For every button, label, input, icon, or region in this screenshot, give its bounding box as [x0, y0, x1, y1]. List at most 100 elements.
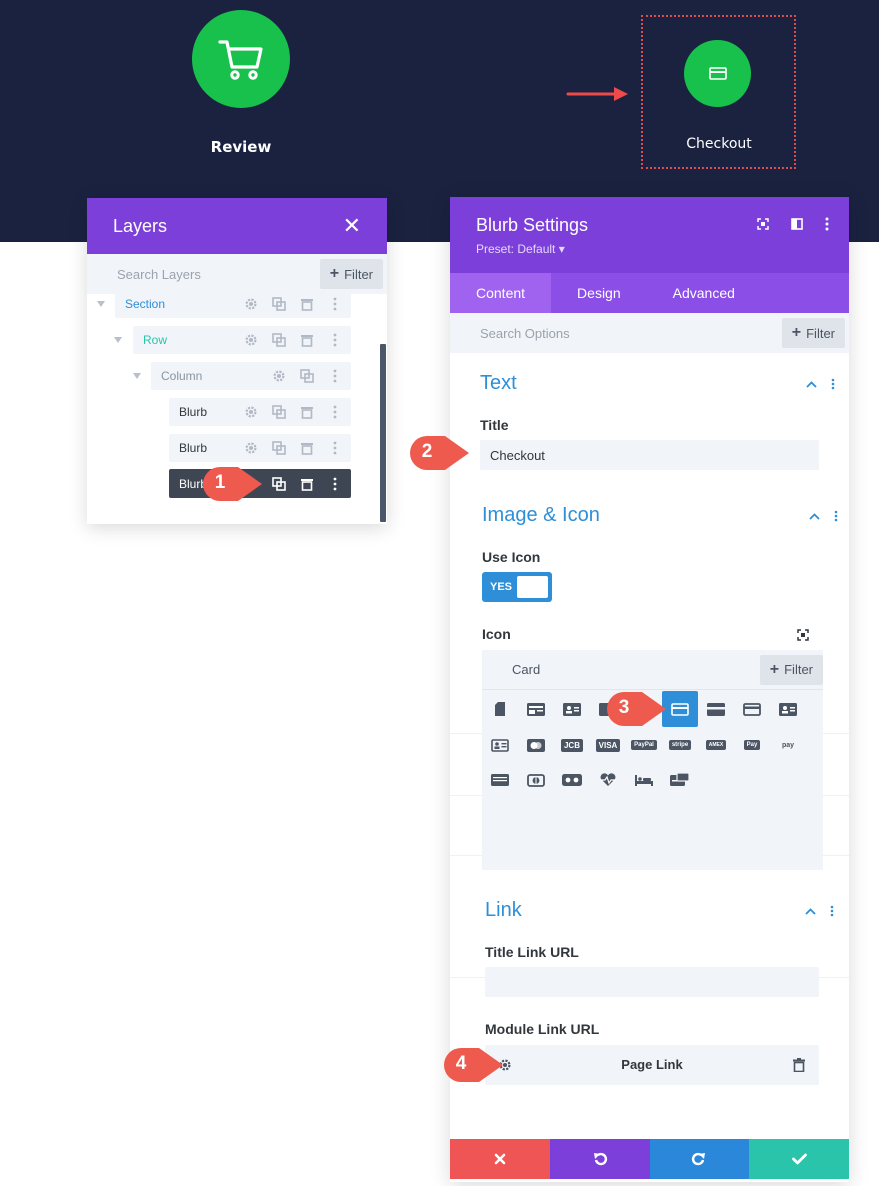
mastercard-icon[interactable] [518, 727, 554, 763]
trash-icon[interactable] [299, 440, 315, 456]
more-vertical-icon[interactable] [830, 905, 834, 917]
layer-row-column[interactable]: Column [151, 362, 351, 390]
options-filter-button[interactable]: + Filter [781, 318, 845, 348]
collapse-icon[interactable] [133, 373, 141, 379]
section-title-text[interactable]: Text [480, 372, 517, 395]
gear-icon[interactable] [243, 296, 259, 312]
chevron-up-icon[interactable] [809, 512, 820, 520]
save-button[interactable] [749, 1139, 849, 1179]
tab-content[interactable]: Content [450, 273, 552, 313]
duplicate-icon[interactable] [271, 332, 287, 348]
title-link-url-input[interactable] [485, 967, 819, 997]
layers-search-input[interactable]: Search Layers [117, 267, 201, 282]
layer-row-section[interactable]: Section [115, 290, 351, 318]
title-input[interactable]: Checkout [480, 440, 819, 470]
settings-footer [450, 1139, 849, 1179]
id-card-icon[interactable] [518, 691, 554, 727]
more-vertical-icon[interactable] [834, 510, 838, 522]
heartbeat-icon[interactable] [590, 762, 626, 798]
section-controls [805, 905, 834, 917]
duplicate-icon[interactable] [271, 476, 287, 492]
paypal-text: PayPal [631, 740, 657, 750]
cancel-button[interactable] [450, 1139, 550, 1179]
vr-card-icon[interactable] [554, 762, 590, 798]
address-card-icon[interactable] [770, 691, 806, 727]
settings-tabs: Content Design Advanced [450, 273, 849, 313]
more-vertical-icon[interactable] [327, 476, 343, 492]
icon-search-input[interactable]: Card [512, 662, 540, 677]
more-vertical-icon[interactable] [831, 378, 835, 390]
trash-icon[interactable] [299, 476, 315, 492]
tab-advanced[interactable]: Advanced [647, 273, 761, 313]
wallet-card-icon[interactable] [662, 762, 698, 798]
more-vertical-icon[interactable] [327, 296, 343, 312]
amazon-pay-icon[interactable]: pay [770, 727, 806, 763]
trash-icon[interactable] [793, 1058, 805, 1072]
callout-number: 3 [618, 697, 630, 718]
layer-tools [243, 404, 343, 420]
redo-button[interactable] [649, 1139, 750, 1179]
amex-icon[interactable]: AMEX [698, 727, 734, 763]
trash-icon[interactable] [299, 404, 315, 420]
chevron-up-icon[interactable] [806, 380, 817, 388]
card-stripe-icon[interactable] [698, 691, 734, 727]
keyboard-icon[interactable] [482, 762, 518, 798]
vcard-icon[interactable] [482, 727, 518, 763]
visa-text: VISA [595, 738, 621, 752]
duplicate-icon[interactable] [271, 296, 287, 312]
use-icon-toggle[interactable]: YES [482, 572, 552, 602]
collapse-icon[interactable] [97, 301, 105, 307]
layer-tools [243, 296, 343, 312]
more-vertical-icon[interactable] [327, 440, 343, 456]
amex-text: AMEX [705, 740, 727, 750]
more-vertical-icon[interactable] [327, 368, 343, 384]
chevron-up-icon[interactable] [805, 907, 816, 915]
more-vertical-icon[interactable] [327, 404, 343, 420]
apple-pay-icon[interactable]: Pay [734, 727, 770, 763]
layer-row-blurb[interactable]: Blurb [169, 398, 351, 426]
section-title-link[interactable]: Link [485, 899, 522, 922]
checkout-step-circle [684, 40, 751, 107]
gear-icon[interactable] [271, 368, 287, 384]
module-link-url-field[interactable]: Page Link [485, 1045, 819, 1085]
review-label: Review [210, 138, 272, 156]
layer-row-row[interactable]: Row [133, 326, 351, 354]
section-title-image-icon[interactable]: Image & Icon [482, 504, 600, 527]
gear-icon[interactable] [243, 404, 259, 420]
gear-icon[interactable] [243, 440, 259, 456]
layer-row-blurb[interactable]: Blurb [169, 434, 351, 462]
callout-1: 1 [202, 465, 266, 508]
duplicate-icon[interactable] [271, 440, 287, 456]
checkout-label: Checkout [686, 136, 752, 152]
trash-icon[interactable] [299, 296, 315, 312]
card-horizontal-icon[interactable] [734, 691, 770, 727]
fullscreen-icon[interactable] [797, 629, 809, 641]
contact-card-icon[interactable] [554, 691, 590, 727]
trash-icon[interactable] [299, 332, 315, 348]
layers-filter-button[interactable]: + Filter [319, 259, 383, 289]
options-search-input[interactable]: Search Options [480, 326, 570, 341]
icon-filter-button[interactable]: + Filter [759, 654, 823, 685]
more-vertical-icon[interactable] [327, 332, 343, 348]
gear-icon[interactable] [243, 332, 259, 348]
duplicate-icon[interactable] [271, 404, 287, 420]
more-vertical-icon[interactable] [825, 217, 829, 231]
preset-dropdown[interactable]: Preset: Default ▾ [476, 242, 849, 256]
options-search-bar: Search Options + Filter [450, 313, 849, 353]
arrow-right-icon [566, 87, 628, 101]
settings-header: Blurb Settings Preset: Default ▾ [450, 197, 849, 273]
diners-club-icon[interactable] [518, 762, 554, 798]
fullscreen-icon[interactable] [757, 218, 769, 230]
jcb-icon[interactable]: JCB [554, 727, 590, 763]
close-icon[interactable]: ✕ [343, 215, 361, 237]
undo-button[interactable] [549, 1139, 650, 1179]
duplicate-icon[interactable] [299, 368, 315, 384]
tab-design[interactable]: Design [551, 273, 647, 313]
layers-scrollbar[interactable] [380, 344, 386, 522]
split-view-icon[interactable] [791, 218, 803, 230]
sd-card-icon[interactable] [482, 691, 518, 727]
bed-icon[interactable] [626, 762, 662, 798]
collapse-icon[interactable] [114, 337, 122, 343]
icon-search-bar: Card + Filter [482, 650, 823, 690]
redo-icon [692, 1152, 706, 1166]
